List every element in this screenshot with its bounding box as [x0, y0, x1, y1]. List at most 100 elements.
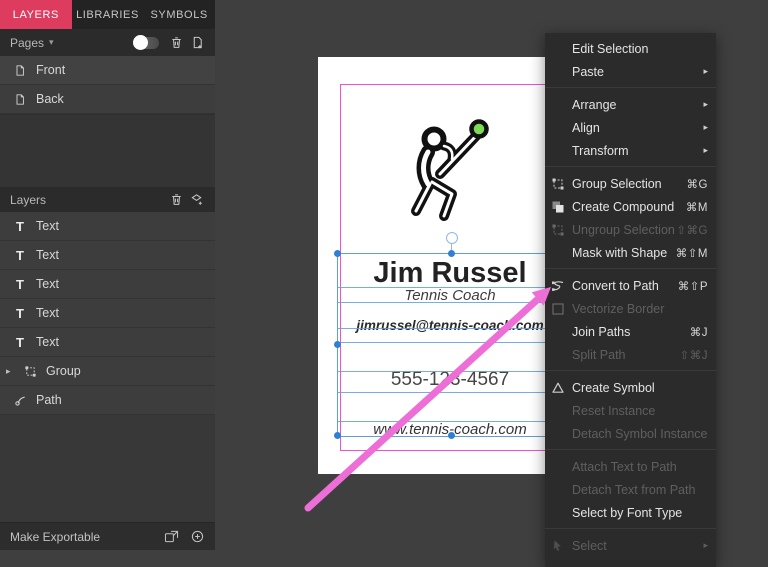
page-item-front[interactable]: Front	[0, 56, 215, 85]
layer-item-label: Text	[36, 306, 59, 320]
tab-symbols[interactable]: SYMBOLS	[143, 0, 215, 29]
menu-item-edit-selection[interactable]: Edit Selection	[545, 37, 716, 60]
selection-handle-top-left[interactable]	[334, 250, 341, 257]
menu-item-join-paths[interactable]: Join Paths ⌘J	[545, 320, 716, 343]
menu-item-align[interactable]: Align ▸	[545, 116, 716, 139]
menu-separator	[545, 370, 716, 371]
menu-item-split-path: Split Path ⇧⌘J	[572, 347, 708, 362]
submenu-arrow-icon: ▸	[703, 66, 708, 76]
page-item-back[interactable]: Back	[0, 85, 215, 114]
menu-item-transform[interactable]: Transform ▸	[545, 139, 716, 162]
layer-item-label: Path	[36, 393, 62, 407]
submenu-arrow-icon: ▸	[703, 540, 708, 550]
page-icon	[12, 64, 28, 77]
selection-line	[338, 421, 564, 422]
menu-item-attach-text-to-path: Attach Text to Path	[572, 459, 677, 474]
tab-libraries[interactable]: LIBRARIES	[72, 0, 144, 29]
menu-separator	[545, 449, 716, 450]
trash-icon[interactable]	[168, 192, 184, 208]
layer-item-label: Text	[36, 248, 59, 262]
layer-item-text-2[interactable]: T Text	[0, 241, 215, 270]
menu-item-create-symbol[interactable]: Create Symbol	[545, 376, 716, 399]
tab-layers[interactable]: LAYERS	[0, 0, 72, 29]
text-layer-icon: T	[16, 218, 24, 234]
left-panel: LAYERS LIBRARIES SYMBOLS Pages ▾ Front B…	[0, 0, 215, 550]
menu-item-convert-to-path[interactable]: Convert to Path ⌘⇧P	[545, 274, 716, 297]
ungroup-icon	[551, 223, 572, 237]
pages-title: Pages	[10, 35, 45, 50]
page-item-label: Back	[36, 92, 64, 106]
submenu-arrow-icon: ▸	[703, 99, 708, 109]
menu-separator	[545, 268, 716, 269]
selection-line	[338, 342, 564, 343]
page-item-label: Front	[36, 63, 66, 77]
pages-header: Pages ▾	[0, 29, 215, 56]
menu-item-ungroup-selection: Ungroup Selection ⇧⌘G	[545, 218, 716, 241]
selection-handle-top-mid[interactable]	[448, 250, 455, 257]
menu-item-detach-text-from-path: Detach Text from Path	[572, 482, 696, 497]
context-menu: Edit Selection Paste ▸ Arrange ▸ Align ▸…	[545, 33, 716, 567]
menu-item-detach-symbol-instance: Detach Symbol Instance	[572, 426, 708, 441]
add-layer-icon[interactable]	[189, 192, 205, 208]
group-layer-icon	[22, 365, 38, 378]
menu-item-mask-with-shape[interactable]: Mask with Shape ⌘⇧M	[545, 241, 716, 264]
menu-item-group-selection[interactable]: Group Selection ⌘G	[545, 172, 716, 195]
make-exportable-bar[interactable]: Make Exportable	[0, 522, 215, 550]
layer-item-group[interactable]: ▸ Group	[0, 357, 215, 386]
submenu-arrow-icon: ▸	[703, 145, 708, 155]
layer-item-label: Text	[36, 219, 59, 233]
expand-arrow-icon[interactable]: ▸	[6, 366, 14, 377]
menu-item-arrange[interactable]: Arrange ▸	[545, 93, 716, 116]
selection-line	[338, 392, 564, 393]
add-page-icon[interactable]	[189, 35, 205, 51]
compound-icon	[551, 200, 572, 214]
layer-item-path[interactable]: Path	[0, 386, 215, 415]
trash-icon[interactable]	[168, 35, 184, 51]
layer-item-label: Text	[36, 277, 59, 291]
panel-tabbar: LAYERS LIBRARIES SYMBOLS	[0, 0, 215, 29]
menu-item-select: Select ▸	[545, 534, 716, 557]
text-layer-icon: T	[16, 305, 24, 321]
layers-header: Layers	[0, 187, 215, 212]
create-symbol-icon	[551, 381, 572, 395]
vectorize-border-icon	[551, 302, 572, 316]
selection-line	[338, 371, 564, 372]
layers-title: Layers	[10, 192, 47, 207]
add-export-icon[interactable]	[189, 529, 205, 545]
layers-empty-area	[0, 415, 215, 522]
export-icon[interactable]	[163, 529, 179, 545]
layer-item-text-5[interactable]: T Text	[0, 328, 215, 357]
submenu-arrow-icon: ▸	[703, 122, 708, 132]
text-layer-icon: T	[16, 334, 24, 350]
menu-item-paste[interactable]: Paste ▸	[545, 60, 716, 83]
convert-to-path-icon	[551, 279, 572, 293]
rotation-handle[interactable]	[446, 232, 458, 244]
layer-item-text-4[interactable]: T Text	[0, 299, 215, 328]
selection-line	[338, 287, 564, 288]
menu-item-create-compound[interactable]: Create Compound ⌘M	[545, 195, 716, 218]
layer-item-label: Text	[36, 335, 59, 349]
app-window: { "sidebar": { "tabs": [ {"label": "LAYE…	[0, 0, 768, 567]
selection-line	[338, 328, 564, 329]
menu-separator	[545, 87, 716, 88]
selection-handle-bottom-mid[interactable]	[448, 432, 455, 439]
layer-item-text-1[interactable]: T Text	[0, 212, 215, 241]
cursor-icon	[551, 539, 572, 552]
make-exportable-label: Make Exportable	[10, 529, 101, 544]
selection-handle-left-mid[interactable]	[334, 341, 341, 348]
text-layer-icon: T	[16, 247, 24, 263]
path-layer-icon	[12, 394, 28, 407]
menu-separator	[545, 528, 716, 529]
menu-separator	[545, 166, 716, 167]
group-icon	[551, 177, 572, 191]
page-icon	[12, 93, 28, 106]
visibility-toggle[interactable]	[133, 34, 159, 50]
menu-item-reset-instance: Reset Instance	[572, 403, 656, 418]
menu-item-vectorize-border: Vectorize Border	[545, 297, 716, 320]
menu-item-select-by-font-type[interactable]: Select by Font Type	[545, 501, 716, 524]
pages-empty-area	[0, 114, 215, 187]
layer-item-text-3[interactable]: T Text	[0, 270, 215, 299]
selection-bounding-box[interactable]	[334, 232, 565, 439]
chevron-down-icon[interactable]: ▾	[49, 37, 54, 48]
selection-handle-bottom-left[interactable]	[334, 432, 341, 439]
